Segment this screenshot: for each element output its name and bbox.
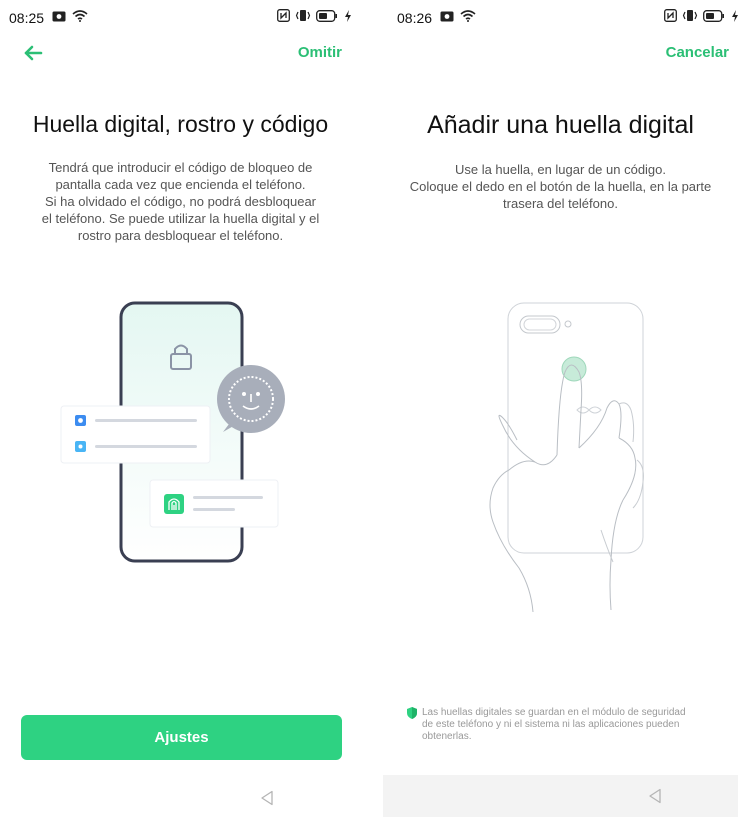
description-line: pantalla cada vez que encienda el teléfo… bbox=[55, 177, 306, 192]
battery-icon bbox=[316, 9, 337, 22]
navigation-bar bbox=[0, 777, 361, 817]
battery-icon bbox=[703, 9, 724, 22]
page-title: Huella digital, rostro y código bbox=[32, 111, 329, 137]
description-line: Tendrá que introducir el código de bloqu… bbox=[48, 160, 313, 175]
navigation-bar bbox=[383, 775, 738, 817]
back-button[interactable] bbox=[16, 38, 50, 68]
nfc-icon bbox=[664, 9, 677, 22]
phone-back-outline bbox=[507, 302, 644, 554]
vibrate-icon bbox=[295, 10, 311, 21]
image-notification-icon bbox=[440, 11, 454, 21]
description: Use la huella, en lugar de un código. Co… bbox=[383, 161, 738, 212]
settings-button[interactable]: Ajustes bbox=[21, 715, 342, 760]
cancel-button[interactable]: Cancelar bbox=[666, 44, 729, 61]
image-notification-icon bbox=[52, 11, 66, 21]
wifi-icon bbox=[460, 10, 476, 22]
status-time: 08:26 bbox=[397, 10, 433, 26]
triangle-back-icon[interactable] bbox=[648, 788, 662, 804]
description-line: rostro para desbloquear el teléfono. bbox=[77, 228, 284, 243]
shield-icon bbox=[407, 707, 417, 719]
security-notice: Las huellas digitales se guardan en el m… bbox=[405, 707, 718, 743]
notice-line: obtenerlas. bbox=[422, 731, 472, 742]
triangle-back-icon[interactable] bbox=[260, 790, 274, 806]
nfc-icon bbox=[277, 9, 290, 22]
notice-line: de este teléfono y ni el sistema ni las … bbox=[422, 719, 680, 730]
method-card bbox=[60, 405, 211, 464]
description-line: Coloque el dedo en el botón de la huella… bbox=[409, 179, 712, 194]
face-icon bbox=[217, 365, 285, 433]
hand-holding-phone-illustration bbox=[489, 302, 644, 613]
status-time: 08:25 bbox=[9, 10, 45, 26]
skip-button[interactable]: Omitir bbox=[298, 44, 342, 61]
screen-add-fingerprint: 08:26 Cancelar Añadir una huella digital… bbox=[383, 0, 738, 817]
charging-icon bbox=[345, 9, 351, 22]
status-bar: 08:26 bbox=[383, 0, 738, 34]
arrow-left-icon bbox=[24, 45, 43, 61]
vibrate-icon bbox=[682, 10, 698, 21]
page-title: Añadir una huella digital bbox=[427, 111, 694, 139]
fingerprint-card bbox=[149, 479, 279, 528]
description-line: el teléfono. Se puede utilizar la huella… bbox=[41, 211, 320, 226]
status-bar: 08:25 bbox=[0, 0, 361, 34]
screen-fingerprint-face-code: 08:25 Omitir Huella digital, rostro y có… bbox=[0, 0, 361, 817]
fingerprint-sensor bbox=[561, 356, 587, 382]
notice-line: Las huellas digitales se guardan en el m… bbox=[422, 707, 686, 718]
description-line: Si ha olvidado el código, no podrá desbl… bbox=[44, 194, 317, 209]
charging-icon bbox=[732, 9, 738, 22]
description-line: trasera del teléfono. bbox=[503, 196, 618, 211]
wifi-icon bbox=[72, 10, 88, 22]
unlock-methods-illustration bbox=[60, 301, 285, 563]
description-line: Use la huella, en lugar de un código. bbox=[454, 162, 667, 177]
description: Tendrá que introducir el código de bloqu… bbox=[12, 159, 349, 244]
